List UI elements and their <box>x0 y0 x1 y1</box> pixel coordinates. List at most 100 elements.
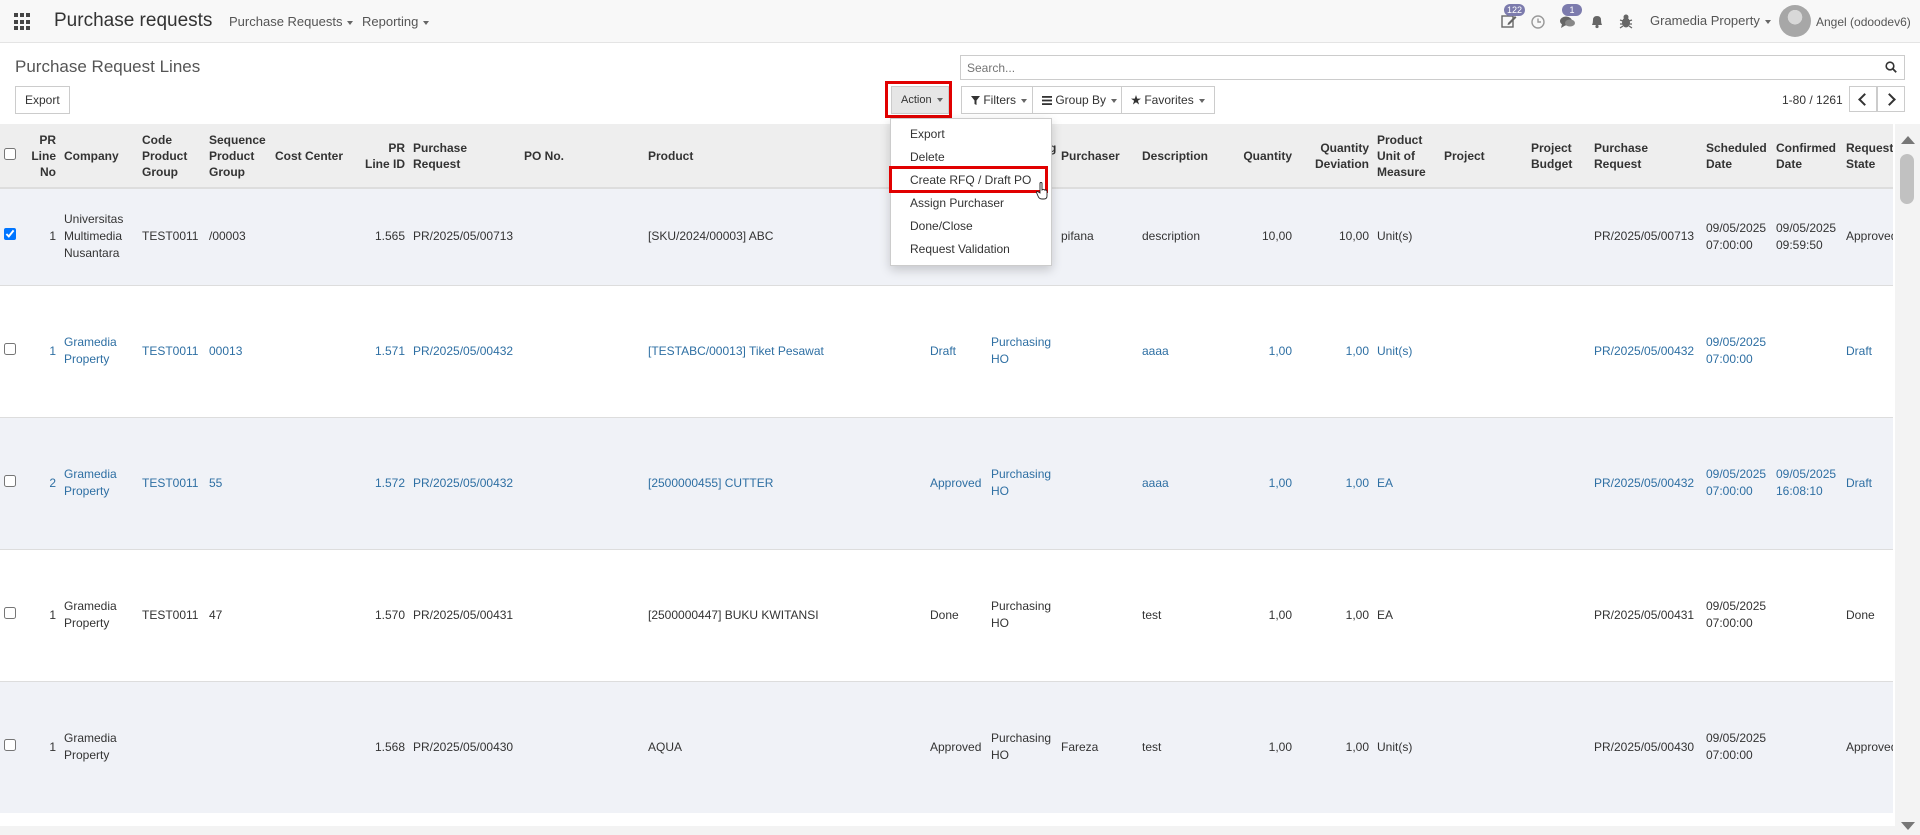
row-select-cell <box>0 187 22 285</box>
table-cell <box>520 548 644 681</box>
column-header[interactable]: Product Unit of Measure <box>1373 124 1440 189</box>
action-menu-item[interactable]: Request Validation <box>891 238 1051 261</box>
table-cell: [SKU/2024/00003] ABC <box>644 187 926 285</box>
column-header[interactable]: Scheduled Date <box>1702 124 1772 189</box>
menu-purchase-requests[interactable]: Purchase Requests <box>229 14 354 29</box>
table-row[interactable]: 1 Gramedia Property TEST0011 47 1.570 PR/2025… <box>0 548 1893 681</box>
apps-grid-icon[interactable] <box>14 13 32 31</box>
column-header[interactable]: Code Product Group <box>138 124 205 189</box>
table-cell <box>1527 187 1590 285</box>
table-cell <box>271 680 361 813</box>
table-cell: TEST0011 <box>138 416 205 549</box>
activity-count-badge: 122 <box>1504 4 1526 16</box>
export-button[interactable]: Export <box>15 86 70 114</box>
menu-reporting[interactable]: Reporting <box>362 14 430 29</box>
messages-icon[interactable]: 1 <box>1558 4 1582 30</box>
pager-value[interactable]: 1-80 / 1261 <box>1782 93 1843 107</box>
table-cell: PR/2025/05/00431 <box>1590 548 1702 681</box>
bell-icon[interactable] <box>1588 12 1606 30</box>
table-row[interactable]: 2 Gramedia Property TEST0011 55 1.572 PR/2025… <box>0 416 1893 549</box>
column-header[interactable]: Purchase Request <box>409 124 520 189</box>
table-cell: 1,00 <box>1296 416 1373 549</box>
activity-edit-icon[interactable]: 122 <box>1500 4 1526 30</box>
table-cell <box>1527 416 1590 549</box>
group-by-button[interactable]: Group By <box>1032 86 1128 114</box>
company-switcher[interactable]: Gramedia Property <box>1650 13 1771 28</box>
column-header[interactable]: PR Line No <box>22 124 60 189</box>
app-title: Purchase requests <box>54 10 213 31</box>
column-header[interactable]: PO No. <box>520 124 644 189</box>
user-avatar[interactable] <box>1779 5 1811 37</box>
row-checkbox[interactable] <box>4 738 16 751</box>
select-all-cell <box>0 124 22 189</box>
user-menu[interactable]: Angel (odoodev6) <box>1816 15 1911 29</box>
column-header[interactable]: Company <box>60 124 138 189</box>
table-cell: PR/2025/05/00430 <box>409 680 520 813</box>
search-input[interactable] <box>961 56 1873 79</box>
breadcrumb-title: Purchase Request Lines <box>15 57 201 76</box>
table-cell: Draft <box>1842 416 1893 549</box>
table-cell: 09/05/2025 07:00:00 <box>1702 416 1772 549</box>
table-cell: Approved <box>1842 680 1893 813</box>
table-row[interactable]: 1 Gramedia Property TEST0011 00013 1.571 PR/2… <box>0 284 1893 417</box>
table-cell <box>1057 548 1138 681</box>
column-header[interactable]: Product <box>644 124 926 189</box>
table-cell: 09/05/2025 07:00:00 <box>1702 548 1772 681</box>
action-menu-item[interactable]: Assign Purchaser <box>891 192 1051 215</box>
table-cell: EA <box>1373 416 1440 549</box>
table-cell: PR/2025/05/00713 <box>1590 187 1702 285</box>
debug-bug-icon[interactable] <box>1617 12 1635 30</box>
top-navbar: Purchase requests Purchase Requests Repo… <box>0 0 1920 43</box>
table-cell: test <box>1138 680 1227 813</box>
pager-next-button[interactable] <box>1877 86 1905 112</box>
table-cell <box>1527 284 1590 417</box>
table-row[interactable]: 1 Gramedia Property 1.568 PR/2025/05/00430 A… <box>0 680 1893 813</box>
column-header[interactable]: PR Line ID <box>361 124 409 189</box>
table-cell: aaaa <box>1138 284 1227 417</box>
column-header[interactable]: Quantity Deviation <box>1296 124 1373 189</box>
table-cell: 1,00 <box>1296 680 1373 813</box>
row-checkbox[interactable] <box>4 228 16 241</box>
table-cell <box>1440 416 1527 549</box>
scroll-up-arrow-icon[interactable] <box>1901 136 1915 144</box>
table-cell: PR/2025/05/00431 <box>409 548 520 681</box>
table-cell: 09/05/2025 07:00:00 <box>1702 284 1772 417</box>
scroll-down-arrow-icon[interactable] <box>1901 822 1915 830</box>
table-cell: Done <box>926 548 987 681</box>
filters-button[interactable]: Filters <box>961 86 1038 114</box>
table-cell <box>1440 187 1527 285</box>
select-all-checkbox[interactable] <box>4 147 16 160</box>
table-cell: pifana <box>1057 187 1138 285</box>
action-menu-item[interactable]: Done/Close <box>891 215 1051 238</box>
row-checkbox[interactable] <box>4 474 16 487</box>
column-header[interactable]: Purchase Request <box>1590 124 1702 189</box>
star-icon <box>1131 95 1141 105</box>
table-cell: 1,00 <box>1227 284 1296 417</box>
action-menu-item[interactable]: Export <box>891 123 1051 146</box>
column-header[interactable]: Project Budget <box>1527 124 1590 189</box>
favorites-button[interactable]: Favorites <box>1121 86 1215 114</box>
clock-icon[interactable] <box>1529 12 1547 30</box>
column-header[interactable]: Project <box>1440 124 1527 189</box>
table-cell: PR/2025/05/00713 <box>409 187 520 285</box>
scroll-thumb[interactable] <box>1900 154 1914 204</box>
column-header[interactable]: Description <box>1138 124 1227 189</box>
column-header[interactable]: Sequence Product Group <box>205 124 271 189</box>
table-cell: 1,00 <box>1227 680 1296 813</box>
table-cell <box>205 680 271 813</box>
row-checkbox[interactable] <box>4 342 16 355</box>
column-header[interactable]: Purchaser <box>1057 124 1138 189</box>
column-header[interactable]: Confirmed Date <box>1772 124 1842 189</box>
column-header[interactable]: Quantity <box>1227 124 1296 189</box>
pager-previous-button[interactable] <box>1849 86 1877 112</box>
row-checkbox[interactable] <box>4 606 16 619</box>
column-header[interactable]: Cost Center <box>271 124 361 189</box>
table-cell: AQUA <box>644 680 926 813</box>
column-header[interactable]: Request State <box>1842 124 1893 189</box>
horizontal-scrollbar[interactable] <box>0 826 1895 835</box>
table-cell: Purchasing HO <box>987 416 1057 549</box>
table-cell: Approved <box>1842 187 1893 285</box>
table-cell: 1,00 <box>1227 548 1296 681</box>
vertical-scrollbar[interactable] <box>1895 124 1920 835</box>
search-icon[interactable] <box>1885 61 1897 73</box>
